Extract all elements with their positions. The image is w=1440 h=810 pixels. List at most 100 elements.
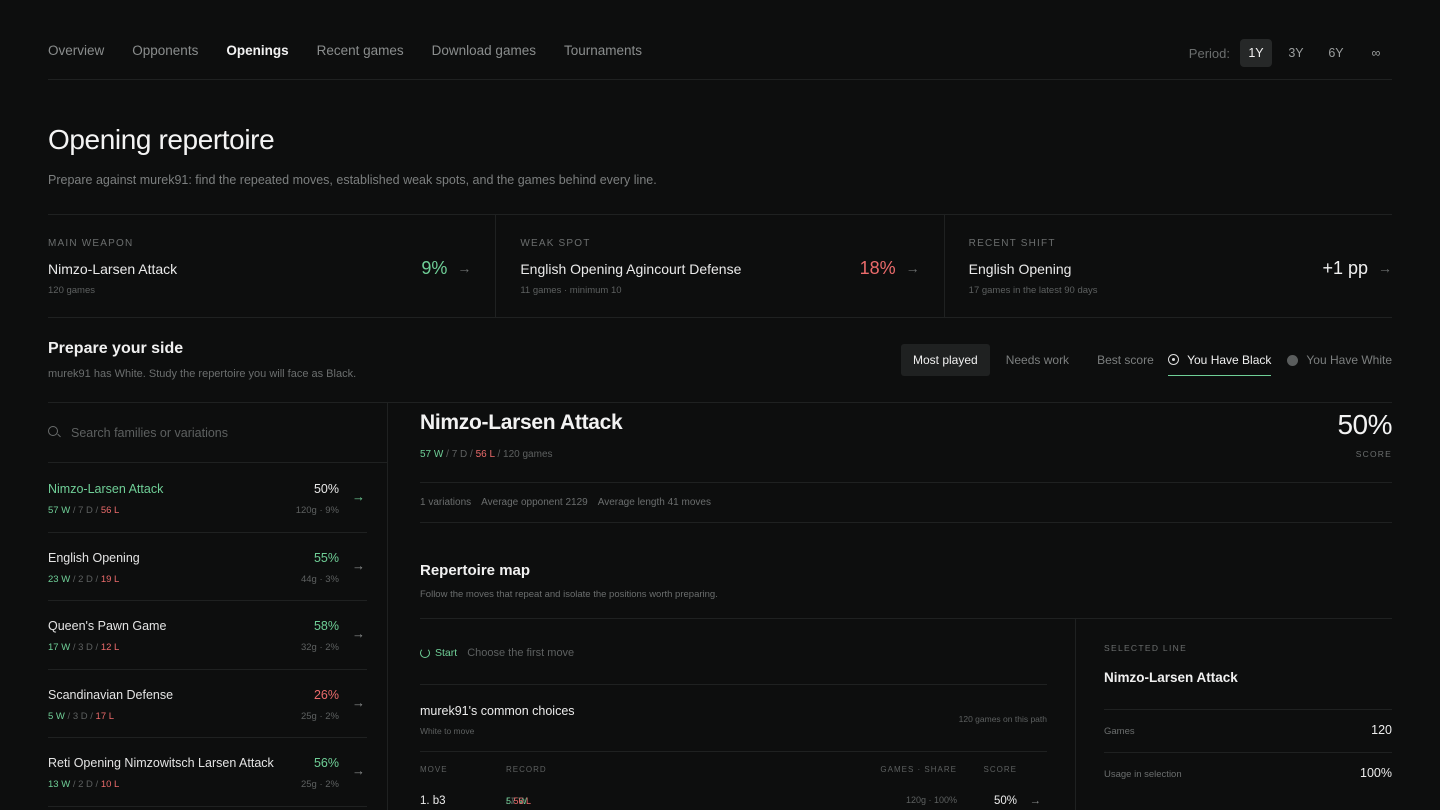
move-score: 50% [993, 795, 1017, 807]
col-move: MOVE [420, 765, 448, 774]
side-black-toggle[interactable]: You Have Black [1168, 344, 1272, 376]
detail-score-label: SCORE [1355, 449, 1392, 459]
arrow-right-icon[interactable]: → [906, 260, 920, 276]
move-explorer: Start Choose the first move murek91's co… [420, 619, 1047, 810]
selected-line-usage-row: Usage in selection 100% [1104, 752, 1392, 795]
tab-recent-games[interactable]: Recent games [317, 43, 404, 58]
page-subtitle: Prepare against murek91: find the repeat… [48, 173, 657, 187]
search-input[interactable] [71, 425, 331, 440]
tab-overview[interactable]: Overview [48, 43, 104, 58]
arrow-right-icon: → [1029, 795, 1042, 807]
stat-value: 9% [421, 258, 448, 278]
openings-panel: Nimzo-Larsen Attack 57 W / 7 D / 56 L 50… [48, 403, 388, 810]
choices-count: 120 games on this path [958, 714, 1047, 724]
stat-recent-shift[interactable]: RECENT SHIFT English Opening 17 games in… [943, 215, 1392, 317]
period-3y-button[interactable]: 3Y [1280, 39, 1312, 67]
common-choices-header: murek91's common choices White to move 1… [420, 684, 1047, 752]
period-6y-button[interactable]: 6Y [1320, 39, 1352, 67]
row-value: 120 [1371, 723, 1392, 737]
start-label: Start [435, 647, 458, 659]
opening-detail: Nimzo-Larsen Attack 57 W / 7 D / 56 L / … [420, 403, 1392, 810]
list-item[interactable]: Nimzo-Larsen Attack 57 W / 7 D / 56 L 50… [48, 464, 367, 533]
repertoire-map: Start Choose the first move murek91's co… [420, 618, 1392, 810]
period-1y-button[interactable]: 1Y [1240, 39, 1272, 67]
list-item[interactable]: Scandinavian Defense 5 W / 3 D / 17 L 26… [48, 670, 367, 738]
stat-name: Nimzo-Larsen Attack [48, 261, 178, 277]
opening-name: Nimzo-Larsen Attack [48, 482, 164, 496]
repertoire-map-subtitle: Follow the moves that repeat and isolate… [420, 589, 718, 600]
breadcrumb: Start Choose the first move [420, 647, 574, 659]
stat-note: 120 games [48, 285, 96, 296]
detail-meta: 1 variations Average opponent 2129 Avera… [420, 482, 1392, 523]
tab-tournaments[interactable]: Tournaments [564, 43, 642, 58]
col-games-share: GAMES · SHARE [880, 765, 957, 774]
opening-record: 23 W / 2 D / 19 L [48, 573, 120, 585]
start-hint: Choose the first move [467, 647, 575, 659]
row-value: 100% [1360, 766, 1392, 780]
opening-score: 26% [313, 687, 339, 702]
arrow-right-icon: → [352, 763, 365, 778]
side-white-toggle[interactable]: You Have White [1287, 344, 1392, 376]
opening-record: 5 W / 3 D / 17 L [48, 710, 115, 722]
arrow-right-icon: → [352, 694, 365, 710]
opening-name: Queen's Pawn Game [48, 619, 167, 633]
row-key: Usage in selection [1104, 769, 1182, 780]
selected-line-panel: SELECTED LINE Nimzo-Larsen Attack Games … [1075, 619, 1392, 810]
opening-record: 13 W / 2 D / 10 L [48, 779, 120, 790]
detail-score: 50% [1337, 409, 1392, 440]
opening-meta: 32g · 2% [300, 642, 339, 653]
stat-main-weapon[interactable]: MAIN WEAPON Nimzo-Larsen Attack 120 game… [48, 215, 495, 317]
opening-meta: 120g · 9% [295, 505, 339, 516]
choices-title: murek91's common choices [420, 704, 575, 718]
tab-opponents[interactable]: Opponents [132, 43, 198, 58]
move-notation: 1. b3 [420, 795, 446, 807]
sort-needs-work[interactable]: Needs work [994, 344, 1081, 376]
table-row[interactable]: 1. b3 57 W / 7 D / 56 L 120g · 100% 50% … [420, 795, 1047, 810]
search-icon [48, 426, 61, 439]
radio-icon [1287, 354, 1299, 366]
variations-count: 1 variations [420, 497, 472, 508]
stat-value: 18% [859, 258, 896, 278]
detail-title: Nimzo-Larsen Attack [420, 411, 623, 434]
opening-record: 17 W / 3 D / 12 L [48, 642, 120, 653]
start-button[interactable]: Start [420, 647, 457, 659]
sort-most-played[interactable]: Most played [901, 344, 990, 376]
tab-download-games[interactable]: Download games [432, 43, 536, 58]
stat-weak-spot[interactable]: WEAK SPOT English Opening Agincourt Defe… [495, 215, 943, 317]
prepare-subtitle: murek91 has White. Study the repertoire … [48, 368, 357, 380]
list-item[interactable]: Reti Opening Nimzowitsch Larsen Attack 1… [48, 738, 367, 807]
side-label: You Have Black [1187, 352, 1272, 367]
detail-record: 57 W / 7 D / 56 L / 120 games [420, 449, 553, 460]
stat-note: 17 games in the latest 90 days [968, 285, 1098, 296]
list-item[interactable]: English Opening 23 W / 2 D / 19 L 55% 44… [48, 533, 367, 601]
opening-meta: 44g · 3% [300, 573, 339, 585]
side-toggle: You Have Black You Have White [1168, 344, 1392, 376]
opening-name: Scandinavian Defense [48, 687, 174, 702]
arrow-right-icon: → [352, 626, 365, 641]
opening-score: 58% [313, 619, 339, 633]
tab-openings[interactable]: Openings [226, 43, 288, 58]
list-item[interactable]: Queen's Pawn Game 17 W / 3 D / 12 L 58% … [48, 601, 367, 670]
stat-label: WEAK SPOT [520, 238, 591, 249]
repertoire-map-title: Repertoire map [420, 562, 531, 579]
sort-best-score[interactable]: Best score [1085, 344, 1166, 376]
move-record: 57 W / 7 D / 56 L [506, 796, 532, 806]
selected-line-label: SELECTED LINE [1104, 643, 1188, 653]
sort-tabs: Most played Needs work Best score [901, 344, 1166, 376]
opening-meta: 25g · 2% [300, 779, 339, 790]
period-label: Period: [1188, 45, 1230, 61]
nav-tabs: Overview Opponents Openings Recent games… [48, 43, 642, 58]
stat-name: English Opening [968, 261, 1072, 277]
top-nav: Overview Opponents Openings Recent games… [48, 0, 1392, 80]
selected-line-games-row: Games 120 [1104, 709, 1392, 752]
period-all-button[interactable]: ∞ [1360, 39, 1392, 67]
stat-note: 11 games · minimum 10 [520, 285, 622, 296]
arrow-right-icon[interactable]: → [457, 260, 471, 276]
period-selector: Period: 1Y 3Y 6Y ∞ [1189, 39, 1392, 67]
openings-list: Nimzo-Larsen Attack 57 W / 7 D / 56 L 50… [48, 464, 367, 807]
arrow-right-icon[interactable]: → [1378, 260, 1392, 276]
opening-name: Reti Opening Nimzowitsch Larsen Attack [48, 756, 274, 770]
choices-subtitle: White to move [420, 726, 475, 736]
prepare-title: Prepare your side [48, 340, 184, 357]
col-score: SCORE [983, 765, 1017, 774]
